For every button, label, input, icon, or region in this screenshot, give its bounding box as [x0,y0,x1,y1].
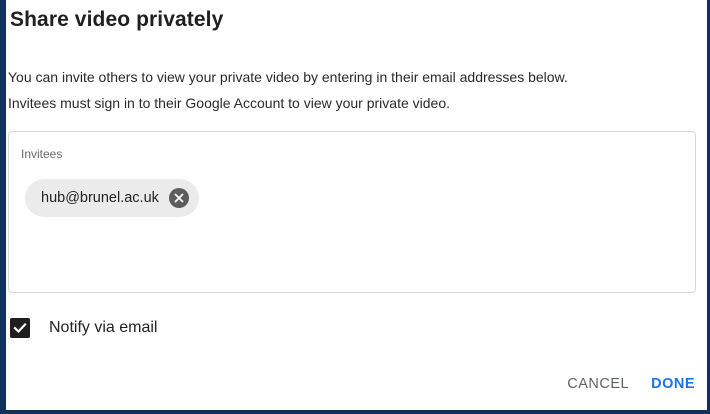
invitee-email: hub@brunel.ac.uk [41,190,159,206]
checkmark-icon [13,322,27,334]
notify-checkbox[interactable] [10,318,30,338]
notify-label: Notify via email [49,319,158,336]
share-video-dialog: Share video privately You can invite oth… [0,0,707,410]
close-circle-icon[interactable] [168,188,189,208]
invitee-chip[interactable]: hub@brunel.ac.uk [25,179,199,217]
description-line-2: Invitees must sign in to their Google Ac… [8,95,451,111]
dialog-description: You can invite others to view your priva… [8,64,708,116]
dialog-title: Share video privately [10,8,224,31]
cancel-button[interactable]: CANCEL [567,376,629,392]
done-button[interactable]: DONE [651,376,695,392]
description-line-1: You can invite others to view your priva… [8,69,568,85]
notify-option: Notify via email [10,318,157,338]
invitees-field[interactable]: Invitees hub@brunel.ac.uk [8,131,696,293]
invitees-label: Invitees [21,147,63,161]
dialog-actions: CANCEL DONE [567,376,695,392]
